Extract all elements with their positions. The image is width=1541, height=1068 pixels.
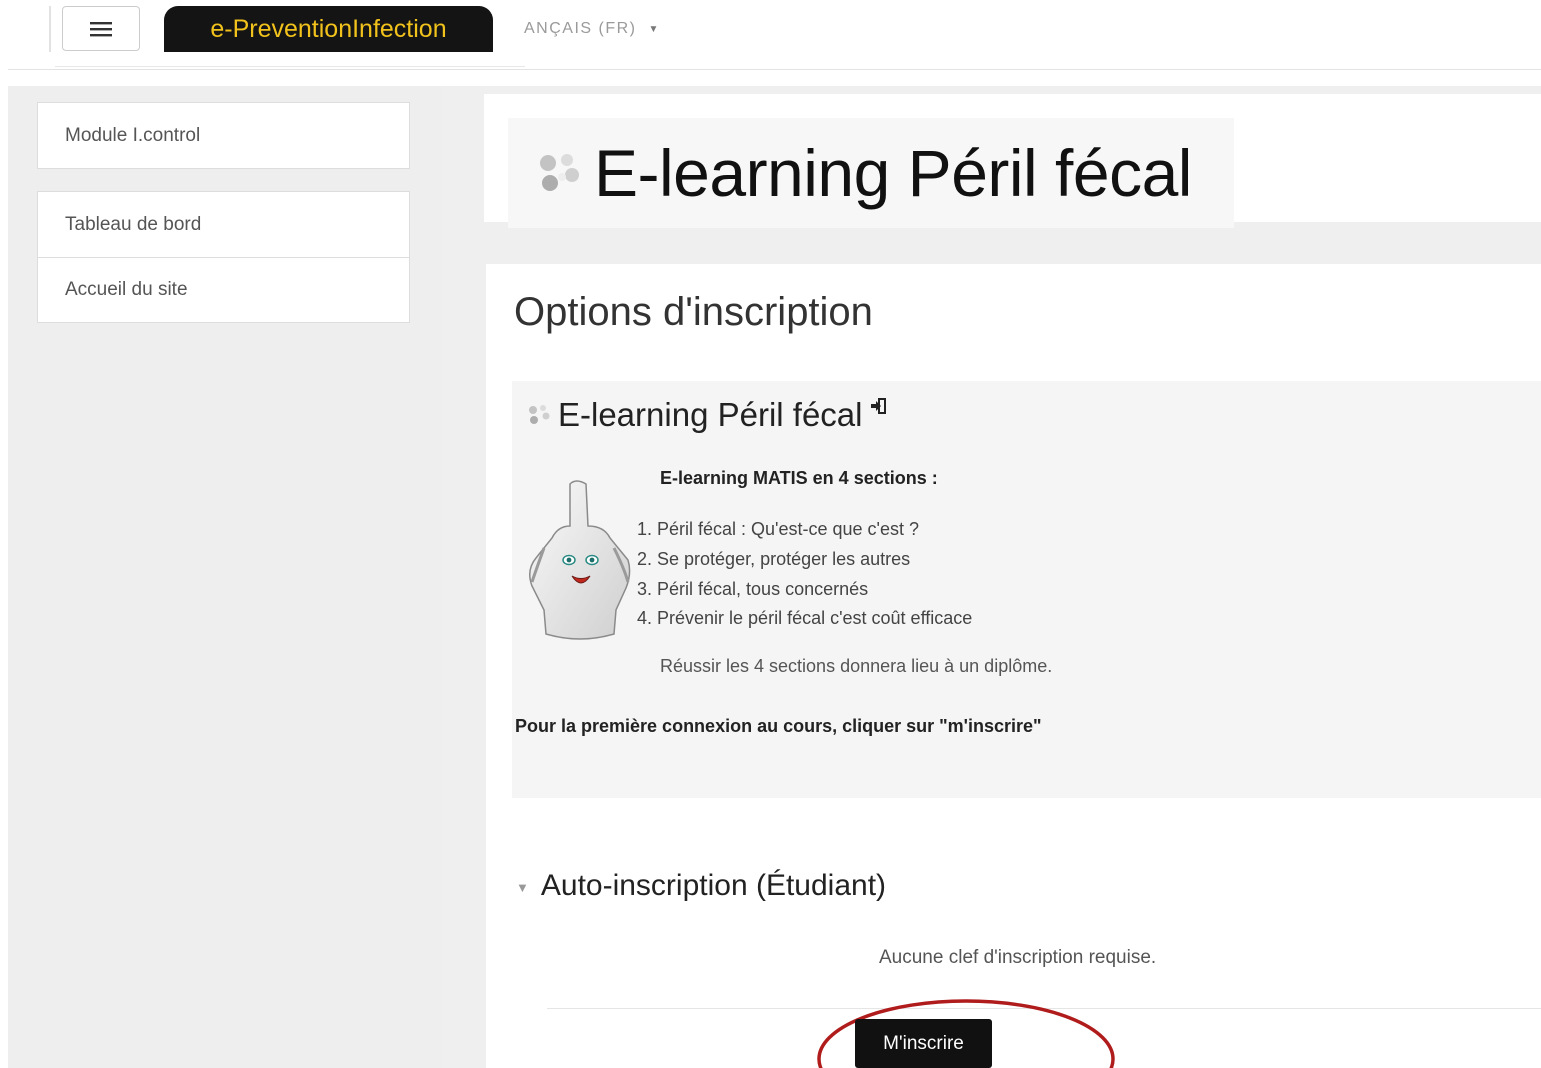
course-summary-note: Réussir les 4 sections donnera lieu à un… [660,656,1053,676]
sidebar-item-label: Module I.control [65,124,201,146]
list-item: 3. Péril fécal, tous concernés [637,578,869,599]
course-cube-icon [540,154,579,191]
course-name-link[interactable]: E-learning Péril fécal [528,396,887,434]
apron-mascot-icon [529,480,631,640]
first-login-instruction: Pour la première connexion au cours, cli… [515,716,1042,736]
form-divider [547,1008,1541,1009]
section-title: Options d'inscription [514,290,873,334]
page-header: E-learning Péril fécal [508,118,1234,228]
enrolment-method-heading: Auto-inscription (Étudiant) [540,869,887,902]
sidebar-item-site-home[interactable]: Accueil du site [38,257,409,322]
no-key-message: Aucune clef d'inscription requise. [879,947,1157,968]
course-summary-heading: E-learning MATIS en 4 sections : [660,468,938,488]
sidebar-item-dashboard[interactable]: Tableau de bord [38,192,409,257]
list-item: 4. Prévenir le péril fécal c'est coût ef… [637,608,973,629]
hamburger-icon [90,21,112,36]
language-menu[interactable]: ANÇAIS (FR) ▼ [524,19,658,39]
brand-label: e-PreventionInfection [210,14,447,43]
sidebar-item-label: Accueil du site [65,279,188,300]
navbar-stub-line [55,66,525,67]
navbar-divider [8,69,1541,70]
navbar-edge [49,6,51,52]
sidebar-item-module-icontrol[interactable]: Module I.control [38,103,409,168]
enter-icon [871,398,887,414]
list-item: 1. Péril fécal : Qu'est-ce que c'est ? [637,519,920,539]
list-item: 2. Se protéger, protéger les autres [637,548,911,569]
enrolment-method-toggle[interactable]: ▼ Auto-inscription (Étudiant) [516,869,886,903]
language-label: ANÇAIS (FR) [524,20,637,37]
page-title: E-learning Péril fécal [594,136,1192,210]
enrol-me-button[interactable]: M'inscrire [855,1019,992,1068]
sidebar-block-navigation: Tableau de bord Accueil du site [37,191,410,323]
triangle-down-icon: ▼ [516,879,529,895]
caret-down-icon: ▼ [648,23,659,35]
course-name: E-learning Péril fécal [558,396,863,433]
sidebar-block-course: Module I.control [37,102,410,169]
course-section-list: 1. Péril fécal : Qu'est-ce que c'est ? 2… [637,515,972,634]
course-cube-icon [529,405,550,424]
sidebar-item-label: Tableau de bord [65,213,202,235]
site-brand-link[interactable]: e-PreventionInfection [164,6,493,52]
menu-toggle-button[interactable] [62,6,140,51]
